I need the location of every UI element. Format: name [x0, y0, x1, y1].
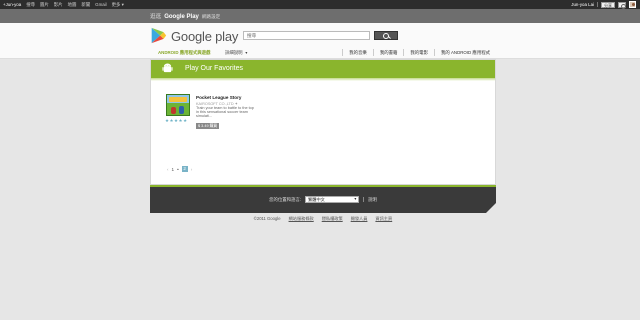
top-bar-account: Jun-yoa Lai 分享: [571, 1, 636, 9]
banner-title: Play Our Favorites: [185, 65, 243, 72]
next-page-button[interactable]: ›: [191, 167, 193, 172]
footer-help-link[interactable]: 說明: [368, 197, 377, 203]
play-logo-icon: [151, 27, 167, 44]
nav-help-label: 詳細說明: [225, 50, 243, 55]
top-link-news[interactable]: 新聞: [81, 2, 90, 7]
language-value: 繁體中文: [308, 197, 325, 202]
top-link-gmail[interactable]: Gmail: [95, 2, 106, 7]
pagination: ‹ 1 • 2 ›: [167, 166, 192, 172]
prev-page-button[interactable]: ‹: [167, 167, 169, 172]
top-link-profile[interactable]: +Jun-yoa: [3, 2, 21, 7]
top-link-more[interactable]: 更多 ▾: [112, 2, 124, 7]
divider: [363, 197, 365, 202]
developers-link[interactable]: 開發人員: [351, 216, 368, 222]
nav-my-android-apps[interactable]: 我的 ANDROID 應用程式: [433, 49, 496, 56]
dashboard-link[interactable]: 資訊主頁: [375, 216, 392, 222]
app-name[interactable]: Pocket League Story: [196, 95, 241, 100]
app-description: Train your team to battle to the top in …: [196, 106, 254, 118]
nav-my-movies[interactable]: 我的電影: [403, 49, 434, 56]
about-link[interactable]: 網路設定: [202, 14, 220, 20]
language-row: 您的位置和語言: 繁體中文 ▼ 說明: [150, 196, 496, 203]
main-nav: ANDROID 應用程式與遊戲 詳細說明 ▼ 我的音樂 我的書籍 我的電影 我的 …: [150, 49, 496, 57]
page-separator: •: [177, 166, 179, 172]
top-bar-links: +Jun-yoa 搜尋 圖片 影片 地圖 新聞 Gmail 更多 ▾: [3, 2, 124, 7]
rating-stars: ★★★★★: [165, 118, 188, 123]
top-link-images[interactable]: 圖片: [40, 2, 49, 7]
buy-button[interactable]: $ 3.49 購買: [196, 123, 220, 129]
nav-android-apps[interactable]: ANDROID 應用程式與遊戲: [158, 49, 210, 56]
android-icon: [162, 63, 173, 73]
nav-help[interactable]: 詳細說明 ▼: [225, 49, 248, 57]
top-link-search[interactable]: 搜尋: [26, 2, 35, 7]
favorites-banner: Play Our Favorites: [151, 60, 495, 81]
page-2-current[interactable]: 2: [181, 166, 188, 172]
chevron-down-icon: ▼: [353, 197, 358, 201]
store-label: 逛逛 Google Play 網路設定: [150, 12, 220, 20]
top-link-videos[interactable]: 影片: [54, 2, 63, 7]
store-prefix: 逛逛: [150, 14, 162, 20]
chevron-down-icon: ▼: [244, 51, 249, 55]
google-top-bar: +Jun-yoa 搜尋 圖片 影片 地圖 新聞 Gmail 更多 ▾ Jun-y…: [0, 0, 640, 9]
terms-link[interactable]: 網站服務條款: [289, 216, 314, 222]
share-button[interactable]: 分享: [601, 1, 615, 8]
copyright: ©2011 Google: [253, 216, 281, 221]
page-1[interactable]: 1: [172, 167, 175, 172]
language-label: 您的位置和語言:: [269, 196, 302, 202]
account-name[interactable]: Jun-yoa Lai: [571, 1, 594, 8]
logo-text: Google play: [171, 29, 239, 44]
app-card[interactable]: ★★★★★ Pocket League Story KAIROSOFT CO.,…: [165, 94, 265, 134]
nav-my-books[interactable]: 我的書籍: [372, 49, 404, 56]
nav-my-music[interactable]: 我的音樂: [342, 49, 373, 56]
bottom-links: ©2011 Google 網站服務條款 隱私權政策 開發人員 資訊主頁: [150, 216, 496, 222]
store-name[interactable]: Google Play: [164, 14, 199, 20]
search-input[interactable]: 搜尋: [243, 31, 370, 40]
privacy-link[interactable]: 隱私權政策: [322, 216, 343, 222]
footer: 您的位置和語言: 繁體中文 ▼ 說明: [150, 185, 497, 214]
header: Google play 搜尋 ANDROID 應用程式與遊戲 詳細說明 ▼ 我的音…: [0, 23, 640, 59]
banner-shadow: [151, 78, 495, 81]
main-content: Play Our Favorites ★★★★★ Pocket League S…: [150, 59, 496, 185]
store-strip: 逛逛 Google Play 網路設定: [0, 9, 640, 23]
language-select[interactable]: 繁體中文 ▼: [305, 196, 360, 203]
page-curl: [485, 202, 497, 214]
divider: [597, 2, 598, 7]
my-library-links: 我的音樂 我的書籍 我的電影 我的 ANDROID 應用程式: [342, 49, 496, 56]
app-thumbnail[interactable]: [166, 94, 190, 116]
gear-icon[interactable]: [618, 1, 626, 9]
search-button[interactable]: [374, 31, 398, 40]
top-link-maps[interactable]: 地圖: [68, 2, 77, 7]
avatar[interactable]: [629, 1, 636, 8]
